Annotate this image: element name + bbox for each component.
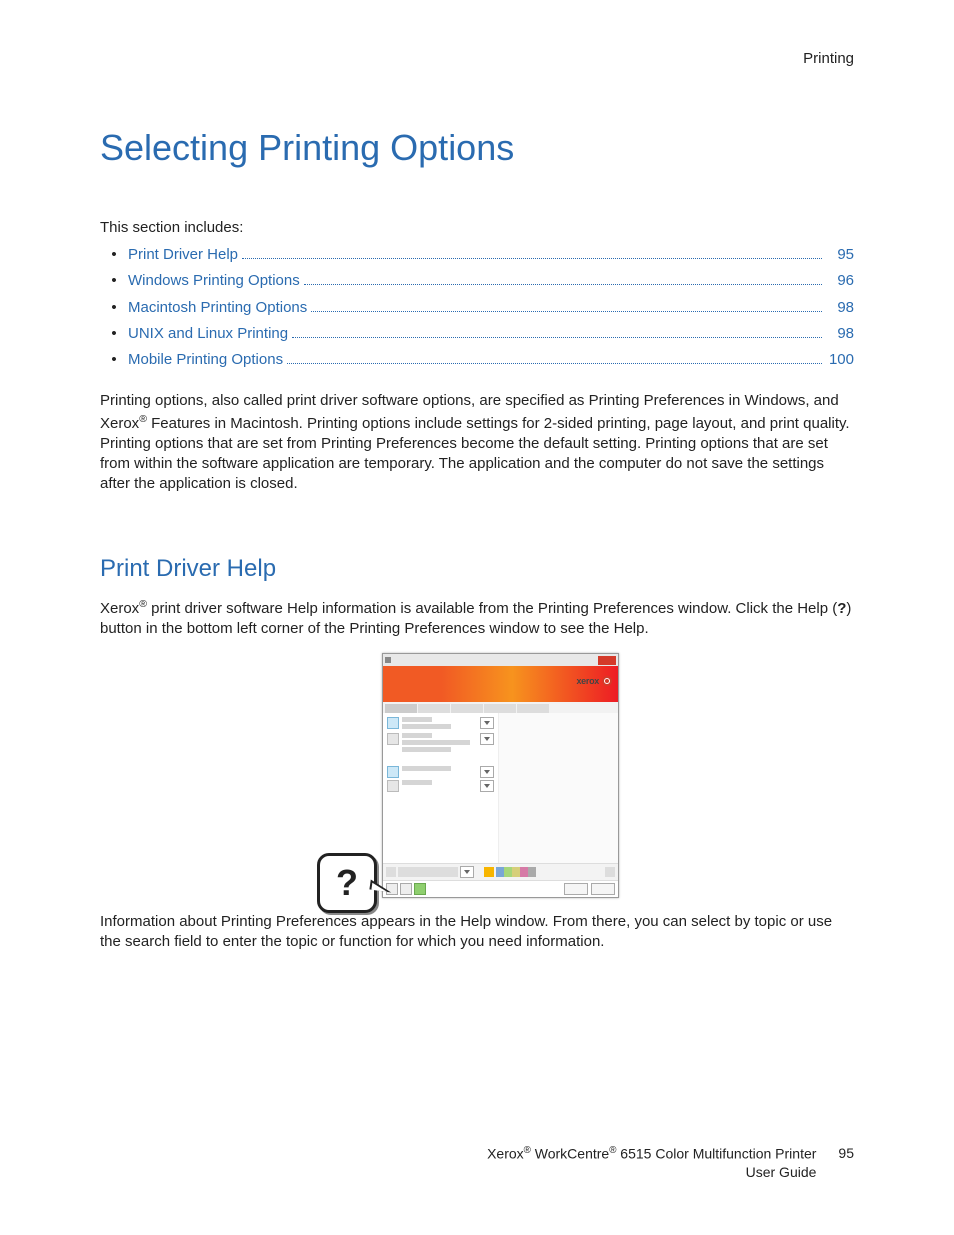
- registered-mark: ®: [139, 598, 147, 610]
- toc-link-unix-linux-printing[interactable]: UNIX and Linux Printing: [128, 321, 288, 347]
- warning-icon: [484, 867, 494, 877]
- dropdown-icon: [460, 866, 474, 878]
- text: Features in Macintosh. Printing options …: [100, 415, 850, 493]
- bullet-icon: •: [100, 295, 128, 321]
- logo-text: xerox: [576, 676, 599, 686]
- help-paragraph-1: Xerox® print driver software Help inform…: [100, 597, 854, 640]
- bullet-icon: •: [100, 321, 128, 347]
- footer-chip: [398, 867, 458, 877]
- section-intro: This section includes:: [100, 219, 854, 236]
- bullet-icon: •: [100, 347, 128, 373]
- dialog-preview-panel: [498, 713, 618, 863]
- toc-item: • UNIX and Linux Printing 98: [100, 321, 854, 347]
- footer-chip: [605, 867, 615, 877]
- toc-item: • Mobile Printing Options 100: [100, 347, 854, 373]
- dialog-options-panel: [383, 713, 498, 863]
- text: 6515 Color Multifunction Printer: [616, 1146, 816, 1162]
- window-icon: [385, 657, 391, 663]
- toc-link-print-driver-help[interactable]: Print Driver Help: [128, 242, 238, 268]
- toc-page: 95: [826, 242, 854, 268]
- page-footer: Xerox® WorkCentre® 6515 Color Multifunct…: [100, 1145, 854, 1181]
- registered-mark: ®: [139, 413, 147, 425]
- dropdown-icon: [480, 733, 494, 745]
- footer-chip: [386, 867, 396, 877]
- dialog-footer-row-1: [383, 863, 618, 880]
- dialog-tab: [418, 704, 450, 713]
- dialog-tab: [385, 704, 417, 713]
- dropdown-icon: [480, 717, 494, 729]
- toc-leader: [304, 283, 822, 285]
- footer-text: Xerox® WorkCentre® 6515 Color Multifunct…: [487, 1145, 816, 1181]
- dialog-banner: xerox: [383, 666, 618, 702]
- dialog-footer-row-2: [383, 880, 618, 897]
- close-icon: [598, 656, 616, 665]
- text: WorkCentre: [531, 1146, 609, 1162]
- color-swatches: [496, 867, 536, 877]
- dropdown-icon: [480, 766, 494, 778]
- text: User Guide: [746, 1164, 817, 1180]
- toc-leader: [287, 362, 822, 364]
- option-icon: [387, 780, 399, 792]
- dialog-tab: [451, 704, 483, 713]
- toc-item: • Macintosh Printing Options 98: [100, 295, 854, 321]
- toc-leader: [242, 257, 822, 259]
- footer-square-icon: [414, 883, 426, 895]
- toc-link-windows-printing-options[interactable]: Windows Printing Options: [128, 268, 300, 294]
- toc-link-mobile-printing-options[interactable]: Mobile Printing Options: [128, 347, 283, 373]
- toc-list: • Print Driver Help 95 • Windows Printin…: [100, 242, 854, 373]
- toc-link-macintosh-printing-options[interactable]: Macintosh Printing Options: [128, 295, 307, 321]
- dialog-tab: [484, 704, 516, 713]
- text: Xerox: [100, 600, 139, 617]
- text: Xerox: [487, 1146, 524, 1162]
- toc-leader: [311, 310, 822, 312]
- toc-item: • Windows Printing Options 96: [100, 268, 854, 294]
- page-number: 95: [838, 1145, 854, 1161]
- registered-mark: ®: [524, 1145, 531, 1156]
- option-icon: [387, 733, 399, 745]
- bullet-icon: •: [100, 242, 128, 268]
- dialog-button: [591, 883, 615, 895]
- toc-page: 100: [826, 347, 854, 373]
- subheading-print-driver-help: Print Driver Help: [100, 555, 854, 583]
- footer-square-icon: [400, 883, 412, 895]
- page-title: Selecting Printing Options: [100, 127, 854, 169]
- option-icon: [387, 717, 399, 729]
- toc-item: • Print Driver Help 95: [100, 242, 854, 268]
- printing-preferences-dialog: xerox: [382, 653, 619, 898]
- dialog-button: [564, 883, 588, 895]
- dialog-tab: [517, 704, 549, 713]
- toc-page: 98: [826, 321, 854, 347]
- header-section: Printing: [100, 50, 854, 67]
- toc-leader: [292, 336, 822, 338]
- xerox-logo: xerox: [576, 676, 612, 686]
- overview-paragraph: Printing options, also called print driv…: [100, 391, 854, 494]
- dialog-titlebar: [383, 654, 618, 666]
- bullet-icon: •: [100, 268, 128, 294]
- help-paragraph-2: Information about Printing Preferences a…: [100, 912, 854, 953]
- text: print driver software Help information i…: [147, 600, 837, 617]
- logo-ball-icon: [602, 676, 612, 686]
- toc-page: 98: [826, 295, 854, 321]
- toc-page: 96: [826, 268, 854, 294]
- dropdown-icon: [480, 780, 494, 792]
- dialog-screenshot: xerox: [100, 653, 854, 898]
- option-icon: [387, 766, 399, 778]
- dialog-body: [383, 713, 618, 863]
- dialog-tabs: [383, 702, 618, 713]
- question-mark-icon: ?: [336, 862, 358, 904]
- help-button-callout: ?: [317, 853, 377, 913]
